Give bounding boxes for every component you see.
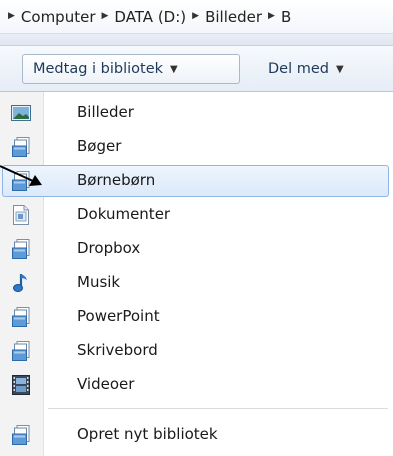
menu-item-musik[interactable]: Musik bbox=[0, 266, 393, 300]
annotation-arrow-icon bbox=[0, 165, 42, 186]
chevron-down-icon: ▼ bbox=[335, 63, 344, 75]
menu-item-label: Billeder bbox=[77, 103, 134, 121]
explorer-window: ▶ Computer ▶ DATA (D:) ▶ Billeder ▶ B Me… bbox=[0, 0, 393, 456]
menu-item-label: Børnebørn bbox=[77, 171, 156, 189]
breadcrumb-item-billeder[interactable]: Billeder bbox=[205, 8, 262, 26]
create-new-library-item[interactable]: Opret nyt bibliotek bbox=[0, 418, 393, 452]
library-icon bbox=[10, 425, 32, 445]
breadcrumb-separator-icon[interactable]: ▶ bbox=[102, 11, 109, 21]
breadcrumb: ▶ Computer ▶ DATA (D:) ▶ Billeder ▶ B bbox=[0, 0, 393, 34]
menu-item-bornebarn[interactable]: Børnebørn bbox=[0, 164, 393, 198]
music-library-icon bbox=[10, 273, 32, 293]
menu-divider bbox=[48, 408, 388, 409]
menu-item-label: Bøger bbox=[77, 137, 122, 155]
breadcrumb-item-data-drive[interactable]: DATA (D:) bbox=[114, 8, 186, 26]
menu-item-label: Skrivebord bbox=[77, 341, 158, 359]
menu-item-powerpoint[interactable]: PowerPoint bbox=[0, 300, 393, 334]
menu-item-boger[interactable]: Bøger bbox=[0, 130, 393, 164]
breadcrumb-separator-icon[interactable]: ▶ bbox=[8, 11, 15, 21]
menu-item-skrivebord[interactable]: Skrivebord bbox=[0, 334, 393, 368]
menu-item-label: Musik bbox=[77, 273, 121, 291]
share-with-label: Del med bbox=[268, 61, 329, 77]
menu-item-label: Dropbox bbox=[77, 239, 141, 257]
documents-library-icon bbox=[10, 205, 32, 225]
share-with-button[interactable]: Del med ▼ bbox=[258, 54, 354, 84]
menu-item-dropbox[interactable]: Dropbox bbox=[0, 232, 393, 266]
menu-item-dokumenter[interactable]: Dokumenter bbox=[0, 198, 393, 232]
menu-item-label: Videoer bbox=[77, 375, 135, 393]
breadcrumb-item-computer[interactable]: Computer bbox=[21, 8, 96, 26]
library-icon bbox=[10, 341, 32, 361]
breadcrumb-separator-icon[interactable]: ▶ bbox=[268, 11, 275, 21]
address-bar-bottom-edge bbox=[0, 34, 393, 46]
menu-item-label: PowerPoint bbox=[77, 307, 160, 325]
menu-item-highlight bbox=[2, 165, 389, 197]
videos-library-icon bbox=[10, 375, 32, 395]
menu-item-label: Dokumenter bbox=[77, 205, 171, 223]
breadcrumb-separator-icon[interactable]: ▶ bbox=[192, 11, 199, 21]
include-in-library-menu: Billeder Bøger Børnebørn Dokumenter Drop… bbox=[0, 92, 393, 456]
command-bar: Medtag i bibliotek ▼ Del med ▼ bbox=[0, 46, 393, 92]
library-icon bbox=[10, 137, 32, 157]
breadcrumb-item-truncated[interactable]: B bbox=[281, 8, 291, 26]
create-new-library-label: Opret nyt bibliotek bbox=[77, 425, 218, 443]
include-in-library-button[interactable]: Medtag i bibliotek ▼ bbox=[22, 54, 240, 84]
include-in-library-label: Medtag i bibliotek bbox=[33, 61, 164, 77]
menu-item-billeder[interactable]: Billeder bbox=[0, 96, 393, 130]
pictures-library-icon bbox=[10, 103, 32, 123]
chevron-down-icon: ▼ bbox=[170, 63, 178, 75]
library-icon bbox=[10, 307, 32, 327]
menu-item-videoer[interactable]: Videoer bbox=[0, 368, 393, 402]
library-icon bbox=[10, 239, 32, 259]
